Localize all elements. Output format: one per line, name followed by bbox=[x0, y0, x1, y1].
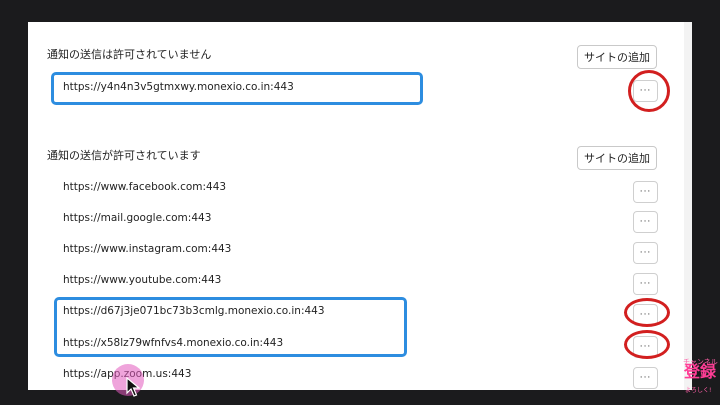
channel-subscribe-logo: チャンネル 登録 よろしく! bbox=[683, 357, 718, 394]
allowed-site-more-button[interactable]: ··· bbox=[633, 211, 658, 233]
add-allowed-site-button[interactable]: サイトの追加 bbox=[577, 146, 657, 170]
logo-sub-text: よろしく! bbox=[685, 387, 712, 394]
scrollbar[interactable] bbox=[684, 22, 692, 390]
highlight-ring bbox=[624, 298, 670, 327]
highlight-ring bbox=[624, 330, 670, 359]
allowed-site-more-button[interactable]: ··· bbox=[633, 367, 658, 389]
highlight-ring bbox=[628, 70, 670, 112]
highlight-box bbox=[51, 72, 423, 105]
allowed-site-more-button[interactable]: ··· bbox=[633, 273, 658, 295]
allowed-section-title: 通知の送信が許可されています bbox=[47, 149, 201, 162]
mouse-cursor-icon bbox=[126, 377, 140, 397]
allowed-site-url: https://www.youtube.com:443 bbox=[63, 274, 222, 286]
allowed-site-url: https://www.instagram.com:443 bbox=[63, 243, 232, 255]
add-blocked-site-button[interactable]: サイトの追加 bbox=[577, 45, 657, 69]
allowed-site-url: https://www.facebook.com:443 bbox=[63, 181, 227, 193]
logo-main-text: 登録 bbox=[684, 362, 717, 381]
allowed-site-more-button[interactable]: ··· bbox=[633, 181, 658, 203]
blocked-section-title: 通知の送信は許可されていません bbox=[47, 48, 212, 61]
highlight-box bbox=[54, 297, 407, 357]
allowed-site-url: https://mail.google.com:443 bbox=[63, 212, 212, 224]
allowed-site-more-button[interactable]: ··· bbox=[633, 242, 658, 264]
